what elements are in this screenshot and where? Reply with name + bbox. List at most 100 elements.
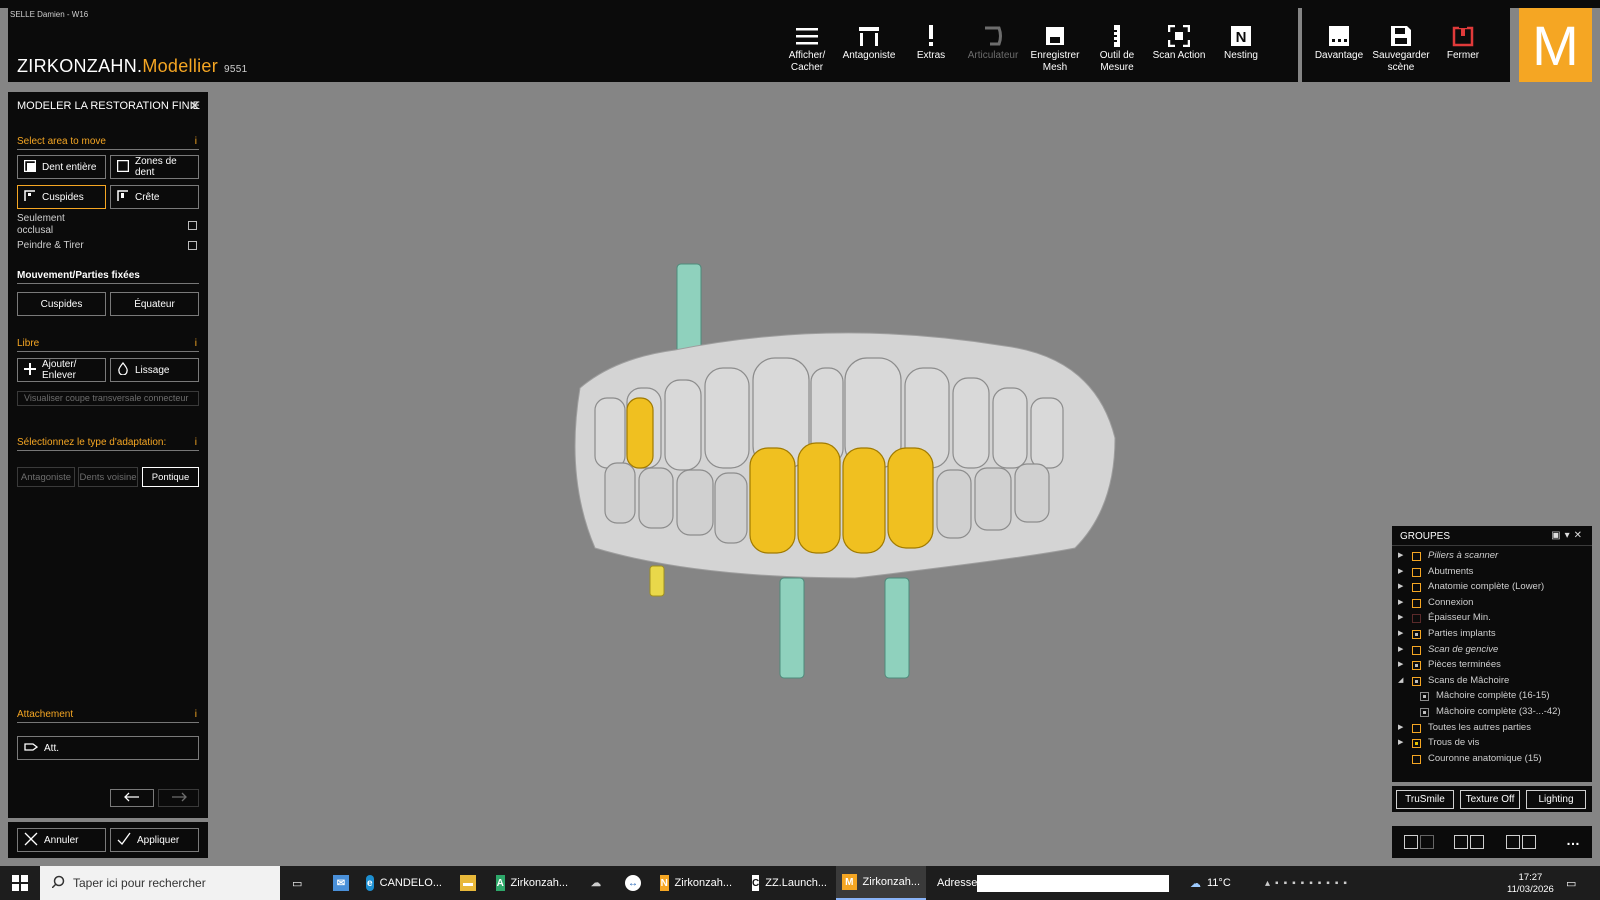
group-checkbox[interactable] [1412,645,1421,655]
redo-button[interactable] [158,789,199,807]
group-item[interactable]: ▶ Toutes les autres parties [1398,722,1588,736]
task-view-icon[interactable]: ▭ [292,866,302,900]
system-tray-icons[interactable]: ▴▪▪▪▪▪▪▪▪▪ [1265,866,1352,900]
toolbar-show-hide-button[interactable]: Afficher/ Cacher [776,22,838,82]
view-split-icon[interactable] [1454,835,1468,849]
connector-cross-section-button[interactable]: Visualiser coupe transversale connecteur [17,391,199,406]
panel-controls[interactable]: ▣▾✕ [1551,530,1586,541]
triangle-right-icon[interactable]: ▶ [1398,629,1403,637]
toolbar-extras-button[interactable]: Extras [900,22,962,82]
toolbar-antagonist-button[interactable]: Antagoniste [838,22,900,82]
toolbar-measure-tool-button[interactable]: Outil de Mesure [1086,22,1148,82]
toolbar-save-mesh-button[interactable]: Enregistrer Mesh [1024,22,1086,82]
triangle-right-icon[interactable]: ▶ [1398,723,1403,731]
cusps-button[interactable]: Cuspides [17,185,106,209]
group-checkbox[interactable] [1412,661,1421,671]
group-checkbox[interactable] [1412,739,1421,749]
texture-off-button[interactable]: Texture Off [1460,790,1520,809]
group-checkbox[interactable] [1412,630,1421,639]
triangle-right-icon[interactable]: ▶ [1398,598,1403,606]
toolbar-articulator-button[interactable]: Articulateur [962,22,1024,82]
taskbar-app-zirkonzahn-archiv[interactable]: A Zirkonzah... [490,866,574,900]
app-icon[interactable]: ☁ [588,866,604,900]
weather-widget[interactable]: ☁ 11°C [1190,866,1231,900]
toolbar-nesting-button[interactable]: N Nesting [1210,22,1272,82]
group-checkbox[interactable] [1420,708,1429,717]
attachment-button[interactable]: Att. [17,736,199,760]
group-item[interactable]: ▶ Parties implants [1398,628,1588,642]
view-quad-icon[interactable] [1522,835,1536,849]
taskbar-app-zirkonzahn-nesting[interactable]: N Zirkonzah... [654,866,738,900]
group-item[interactable]: ▶ Scan de gencive [1398,644,1588,658]
paint-pull-checkbox[interactable] [188,241,197,250]
add-remove-button[interactable]: Ajouter/ Enlever [17,358,106,382]
mail-icon[interactable]: ✉ [333,866,349,900]
group-checkbox[interactable] [1412,754,1421,764]
triangle-right-icon[interactable]: ▶ [1398,660,1403,668]
toolbar-save-scene-button[interactable]: Sauvegarder scène [1370,22,1432,82]
triangle-right-icon[interactable]: ▶ [1398,613,1403,621]
group-checkbox[interactable] [1412,552,1421,561]
group-checkbox[interactable] [1412,723,1421,733]
close-icon[interactable]: ✕ [189,98,200,114]
taskbar-app-zz-launcher[interactable]: C ZZ.Launch... [746,866,832,900]
dental-3d-model[interactable] [555,258,1145,698]
view-quad-icon[interactable] [1506,835,1520,849]
equator-button[interactable]: Équateur [110,292,199,316]
more-options-icon[interactable]: … [1566,832,1580,848]
app-logo[interactable]: M [1519,8,1592,82]
group-checkbox[interactable] [1412,583,1421,593]
pontic-button[interactable]: Pontique [142,467,199,487]
taskbar-app-edge[interactable]: e CANDELO... [360,866,448,900]
ridge-button[interactable]: Crête [110,185,199,209]
view-single-icon[interactable] [1404,835,1418,849]
movement-cusps-button[interactable]: Cuspides [17,292,106,316]
info-icon[interactable]: i [195,338,197,349]
neighbor-teeth-button[interactable]: Dents voisine [78,467,138,487]
group-checkbox[interactable] [1412,676,1421,686]
group-item[interactable]: ▶ Épaisseur Min. [1398,612,1588,626]
group-item[interactable]: Mâchoire complète (16-15) [1398,690,1588,704]
group-item[interactable]: ◢ Scans de Mâchoire [1398,675,1588,689]
group-item[interactable]: ▶ Pièces terminées [1398,659,1588,673]
toolbar-more-button[interactable]: Davantage [1308,22,1370,82]
occlusal-only-checkbox[interactable] [188,221,197,230]
trusmile-button[interactable]: TruSmile [1396,790,1454,809]
whole-tooth-button[interactable]: Dent entière [17,155,106,179]
group-item[interactable]: ▶ Connexion [1398,597,1588,611]
triangle-right-icon[interactable]: ▶ [1398,582,1403,590]
cancel-button[interactable]: Annuler [17,828,106,852]
group-item[interactable]: ▶ Anatomie complète (Lower) [1398,581,1588,595]
group-item[interactable]: ▶ Abutments [1398,566,1588,580]
windows-start-icon[interactable] [12,866,28,900]
notifications-icon[interactable]: ▭ [1566,866,1576,900]
undo-button[interactable] [110,789,154,807]
group-checkbox[interactable] [1420,692,1429,702]
toolbar-close-button[interactable]: Fermer [1432,22,1494,82]
info-icon[interactable]: i [195,437,197,448]
tooth-zones-button[interactable]: Zones de dent [110,155,199,179]
address-input[interactable] [977,875,1169,892]
taskbar-app-zirkonzahn-modellier[interactable]: M Zirkonzah... [836,866,926,900]
info-icon[interactable]: i [195,136,197,147]
view-second-icon[interactable] [1420,835,1434,849]
lighting-button[interactable]: Lighting [1526,790,1586,809]
smoothing-button[interactable]: Lissage [110,358,199,382]
triangle-right-icon[interactable]: ▶ [1398,738,1403,746]
group-item[interactable]: ▶ Piliers à scanner [1398,550,1588,564]
group-item[interactable]: Couronne anatomique (15) [1398,753,1588,767]
apply-button[interactable]: Appliquer [110,828,199,852]
group-item[interactable]: Mâchoire complète (33-...-42) [1398,706,1588,720]
clock[interactable]: 17:27 11/03/2026 [1507,866,1554,900]
antagonist-adapt-button[interactable]: Antagoniste [17,467,75,487]
teamviewer-icon[interactable]: ↔ [625,866,641,900]
triangle-right-icon[interactable]: ▶ [1398,567,1403,575]
group-checkbox[interactable] [1412,567,1421,577]
toolbar-scan-action-button[interactable]: Scan Action [1148,22,1210,82]
triangle-right-icon[interactable]: ▶ [1398,645,1403,653]
view-split-icon[interactable] [1470,835,1484,849]
taskbar-search[interactable]: Taper ici pour rechercher [40,866,280,900]
group-checkbox[interactable] [1412,614,1421,624]
triangle-right-icon[interactable]: ▶ [1398,551,1403,559]
explorer-icon[interactable]: ▬ [460,866,476,900]
